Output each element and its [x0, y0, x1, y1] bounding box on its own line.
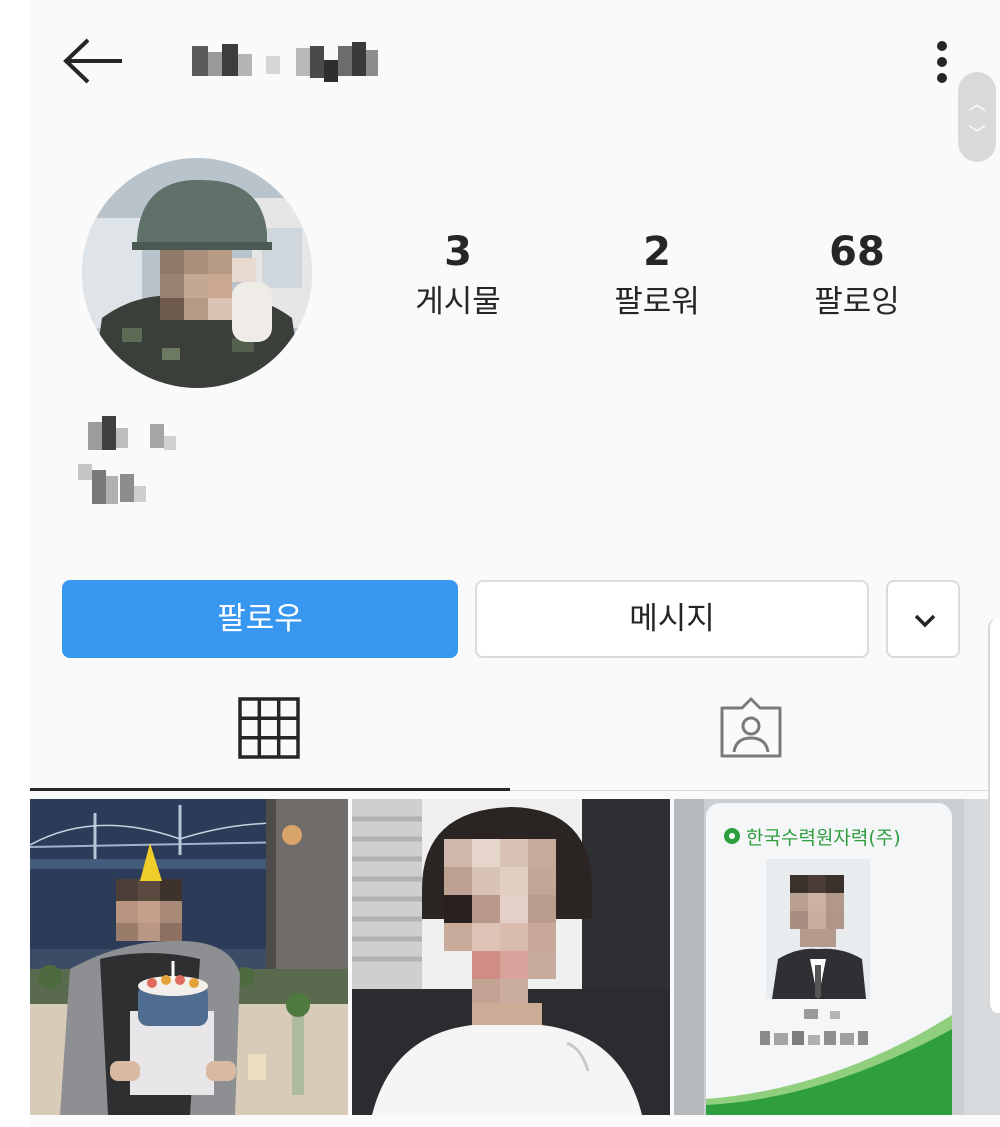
birthday-cake-photo: [30, 799, 348, 1115]
followers-label: 팔로워: [614, 284, 700, 320]
profile-bio: [78, 414, 188, 514]
avatar-photo: [82, 158, 312, 388]
chevron-down-icon: [914, 614, 936, 628]
message-button[interactable]: 메시지: [475, 580, 869, 658]
tab-posts-grid[interactable]: [30, 690, 510, 790]
tab-tagged[interactable]: [510, 690, 1000, 790]
posts-label: 게시물: [415, 284, 501, 320]
card-org-text: 한국수력원자력(주): [746, 827, 901, 849]
follow-button[interactable]: 팔로우: [62, 580, 458, 658]
profile-username: dd_d_ld: [192, 38, 382, 84]
scroll-widget[interactable]: ︿ ﹀: [958, 72, 996, 162]
back-button[interactable]: [62, 36, 124, 86]
post-thumbnail-1[interactable]: [30, 799, 348, 1115]
posts-count: 3: [444, 229, 472, 275]
more-vertical-icon: [937, 41, 947, 83]
post-thumbnail-2[interactable]: [352, 799, 670, 1115]
chevron-down-icon[interactable]: ﹀: [958, 120, 996, 146]
profile-screen: dd_d_ld ︿ ﹀: [30, 0, 1000, 1127]
chevron-up-icon[interactable]: ︿: [958, 90, 996, 116]
selfie-photo: [352, 799, 670, 1115]
id-card-photo: 한국수력원자력(주): [674, 799, 1000, 1115]
following-count: 68: [829, 229, 885, 275]
stat-posts: 3 게시물: [378, 228, 538, 324]
tagged-person-icon: [720, 697, 782, 758]
post-thumbnail-3[interactable]: 한국수력원자력(주): [674, 799, 1000, 1115]
username-text: dd_d_ld: [192, 38, 196, 39]
followers-count: 2: [643, 229, 671, 275]
grid-icon: [238, 697, 300, 759]
stat-following[interactable]: 68 팔로잉: [777, 228, 937, 324]
suggested-dropdown-button[interactable]: [886, 580, 960, 658]
active-tab-indicator: [30, 788, 510, 791]
side-panel-edge: [988, 618, 1000, 1013]
following-label: 팔로잉: [814, 284, 900, 320]
arrow-left-icon: [63, 38, 122, 84]
more-options-button[interactable]: [928, 38, 956, 88]
stat-followers[interactable]: 2 팔로워: [577, 228, 737, 324]
avatar[interactable]: [82, 158, 312, 388]
